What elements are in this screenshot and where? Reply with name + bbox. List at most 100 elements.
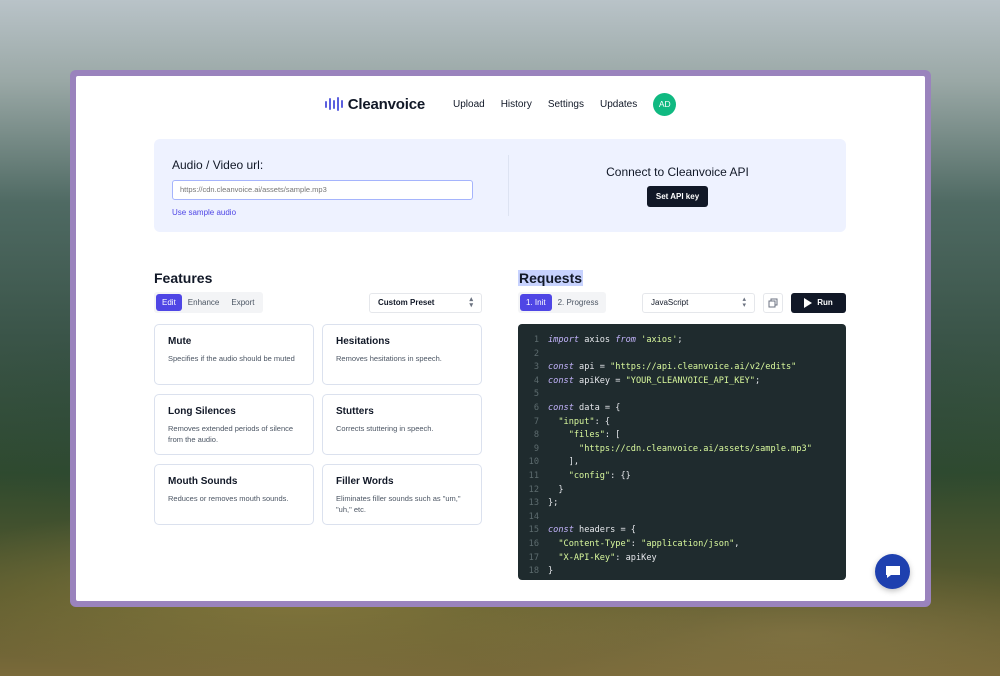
code-line: 14: [518, 511, 846, 525]
code-text: const api = "https://api.cleanvoice.ai/v…: [548, 362, 797, 373]
code-text: "X-API-Key": apiKey: [558, 552, 657, 563]
line-number: 4: [533, 375, 539, 386]
features-tabs: Edit Enhance Export: [154, 292, 263, 313]
code-text: };: [548, 498, 559, 509]
requests-tabs: 1. Init 2. Progress: [518, 292, 607, 313]
requests-controls: 1. Init 2. Progress JavaScript ▴ ▾ Run: [518, 292, 846, 313]
code-text: }: [548, 484, 564, 495]
api-section: Connect to Cleanvoice API Set API key: [509, 139, 846, 232]
card-title: Filler Words: [336, 476, 394, 487]
line-number: 10: [528, 457, 539, 468]
code-line: 10 ],: [518, 456, 846, 470]
preset-select-value: Custom Preset: [378, 298, 435, 307]
code-text: "https://cdn.cleanvoice.ai/assets/sample…: [579, 443, 812, 454]
line-number: 15: [528, 525, 539, 536]
card-title: Stutters: [336, 406, 374, 417]
code-text: "Content-Type": "application/json",: [558, 538, 740, 549]
copy-button[interactable]: [763, 292, 783, 313]
features-controls: Edit Enhance Export Custom Preset ▴ ▾: [154, 292, 482, 313]
line-number: 14: [528, 511, 539, 522]
code-block: 1 import axios from 'axios'; 2 3 const api =…: [518, 324, 846, 580]
api-title: Connect to Cleanvoice API: [606, 164, 749, 179]
requests-title: Requests: [518, 270, 584, 286]
language-select[interactable]: JavaScript ▴ ▾: [642, 292, 755, 313]
code-text: }: [548, 566, 554, 577]
code-line: 18}: [518, 565, 846, 579]
language-select-value: JavaScript: [651, 298, 689, 307]
requests-title-row: Requests: [518, 270, 846, 286]
chevron-up-down-icon: ▴ ▾: [742, 295, 746, 309]
tab-progress[interactable]: 2. Progress: [552, 294, 605, 311]
card-title: Long Silences: [168, 406, 236, 417]
card-title: Mute: [168, 336, 192, 347]
features-title: Features: [154, 270, 213, 286]
code-line: 5: [518, 388, 846, 402]
source-panel: Audio / Video url: Use sample audio Conn…: [154, 139, 846, 232]
line-number: 7: [533, 416, 539, 427]
code-text: const data = {: [548, 402, 621, 413]
code-text: "config": {}: [568, 470, 631, 481]
feature-cards: Mute Specifies if the audio should be mu…: [154, 324, 482, 525]
card-title: Mouth Sounds: [168, 476, 238, 487]
card-desc: Removes extended periods of silence from…: [168, 424, 294, 444]
tab-export[interactable]: Export: [225, 294, 260, 311]
feature-card-long-silences[interactable]: Long Silences Removes extended periods o…: [154, 394, 314, 455]
card-desc: Corrects stuttering in speech.: [336, 424, 434, 433]
feature-card-mute[interactable]: Mute Specifies if the audio should be mu…: [154, 324, 314, 385]
code-line: 4 const apiKey = "YOUR_CLEANVOICE_API_KEY…: [518, 375, 846, 389]
url-label: Audio / Video url:: [172, 158, 264, 172]
line-number: 11: [528, 470, 539, 481]
line-number: 18: [528, 566, 539, 577]
app-frame: Cleanvoice Upload History Settings Updat…: [70, 70, 931, 607]
feature-card-hesitations[interactable]: Hesitations Removes hesitations in speec…: [322, 324, 482, 385]
url-section: Audio / Video url: Use sample audio: [154, 155, 509, 217]
copy-icon: [768, 298, 778, 307]
card-title: Hesitations: [336, 336, 390, 347]
code-line: 16 "Content-Type": "application/json",: [518, 538, 846, 552]
top-nav: Cleanvoice Upload History Settings Updat…: [76, 92, 925, 116]
code-line: 13};: [518, 497, 846, 511]
features-section: Features Edit Enhance Export Custom Pres…: [154, 270, 482, 525]
preset-select[interactable]: Custom Preset ▴ ▾: [369, 292, 482, 313]
nav-link-settings[interactable]: Settings: [548, 99, 584, 110]
line-number: 12: [528, 484, 539, 495]
line-number: 16: [528, 538, 539, 549]
code-text: "files": [: [568, 430, 621, 441]
logo-text: Cleanvoice: [347, 95, 425, 113]
code-line: 7 "input": {: [518, 416, 846, 430]
code-line: 9 "https://cdn.cleanvoice.ai/assets/samp…: [518, 443, 846, 457]
chat-icon: [885, 565, 900, 578]
waveform-logo-icon: [324, 97, 343, 111]
run-button[interactable]: Run: [791, 292, 846, 313]
tab-enhance[interactable]: Enhance: [182, 294, 226, 311]
tab-init[interactable]: 1. Init: [520, 294, 552, 311]
url-input[interactable]: [172, 179, 473, 200]
set-api-key-button[interactable]: Set API key: [646, 185, 709, 207]
code-text: "input": {: [558, 416, 611, 427]
feature-card-filler-words[interactable]: Filler Words Eliminates filler sounds su…: [322, 464, 482, 525]
use-sample-audio-link[interactable]: Use sample audio: [172, 208, 508, 217]
play-icon: [804, 297, 813, 308]
nav-link-upload[interactable]: Upload: [453, 99, 485, 110]
line-number: 13: [528, 498, 539, 509]
code-text: import axios from 'axios';: [548, 335, 683, 345]
line-number: 9: [533, 443, 539, 454]
nav-link-updates[interactable]: Updates: [600, 99, 637, 110]
code-line: 3 const api = "https://api.cleanvoice.ai/…: [518, 361, 846, 375]
chevron-up-down-icon: ▴ ▾: [469, 295, 473, 309]
line-number: 1: [533, 335, 539, 345]
chat-widget-button[interactable]: [875, 554, 910, 589]
feature-card-mouth-sounds[interactable]: Mouth Sounds Reduces or removes mouth so…: [154, 464, 314, 525]
logo[interactable]: Cleanvoice: [324, 95, 425, 113]
nav-link-history[interactable]: History: [501, 99, 532, 110]
avatar[interactable]: AD: [653, 92, 677, 116]
code-text: ],: [548, 457, 580, 468]
requests-section: Requests 1. Init 2. Progress JavaScript …: [518, 270, 846, 580]
card-desc: Eliminates filler sounds such as "um," "…: [336, 494, 461, 514]
run-label: Run: [817, 298, 833, 307]
line-number: 6: [533, 402, 539, 413]
code-line: 12 }: [518, 484, 846, 498]
tab-edit[interactable]: Edit: [156, 294, 182, 311]
card-desc: Removes hesitations in speech.: [336, 354, 442, 363]
feature-card-stutters[interactable]: Stutters Corrects stuttering in speech.: [322, 394, 482, 455]
